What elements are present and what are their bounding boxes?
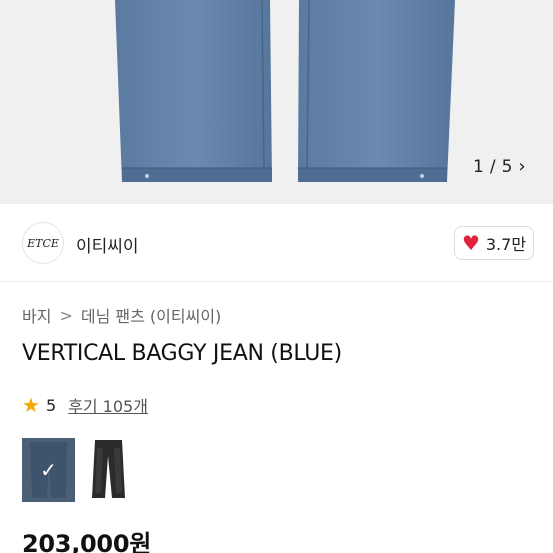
brand-logo-text: ETCE	[27, 236, 59, 250]
jeans-thumbnail-black	[92, 440, 125, 498]
pager-current: 1	[473, 156, 484, 177]
heart-icon: ♥	[461, 231, 480, 255]
image-pager[interactable]: 1 / 5 ›	[473, 156, 526, 177]
pager-separator: /	[489, 156, 496, 177]
reviews-link[interactable]: 후기 105개	[68, 393, 148, 417]
product-price: 203,000원	[22, 530, 151, 553]
breadcrumb: 바지 > 데님 팬츠 (이티씨이)	[22, 303, 221, 327]
brand-row: ETCE 이티씨이 ♥ 3.7만	[0, 205, 553, 282]
chevron-right-icon[interactable]: ›	[518, 156, 525, 177]
jeans-image	[115, 0, 455, 182]
product-image-gallery[interactable]: 1 / 5 ›	[0, 0, 553, 204]
selected-check-icon: ✓	[40, 458, 57, 482]
breadcrumb-category[interactable]: 바지	[22, 303, 51, 327]
breadcrumb-subcategory[interactable]: 데님 팬츠 (이티씨이)	[81, 303, 221, 327]
brand-name[interactable]: 이티씨이	[76, 232, 139, 257]
swatch-blue[interactable]: ✓	[22, 438, 75, 502]
like-button[interactable]: ♥ 3.7만	[454, 226, 534, 260]
breadcrumb-separator: >	[59, 305, 73, 325]
rating-score: 5	[45, 395, 57, 415]
swatch-black[interactable]	[81, 438, 134, 502]
brand-logo[interactable]: ETCE	[22, 222, 64, 264]
pager-total: 5	[501, 156, 513, 177]
product-title: VERTICAL BAGGY JEAN (BLUE)	[22, 341, 342, 366]
product-rating: ★ 5 후기 105개	[22, 393, 148, 417]
variant-swatches: ✓	[22, 438, 134, 502]
like-count: 3.7만	[485, 235, 527, 254]
star-icon: ★	[22, 393, 40, 417]
